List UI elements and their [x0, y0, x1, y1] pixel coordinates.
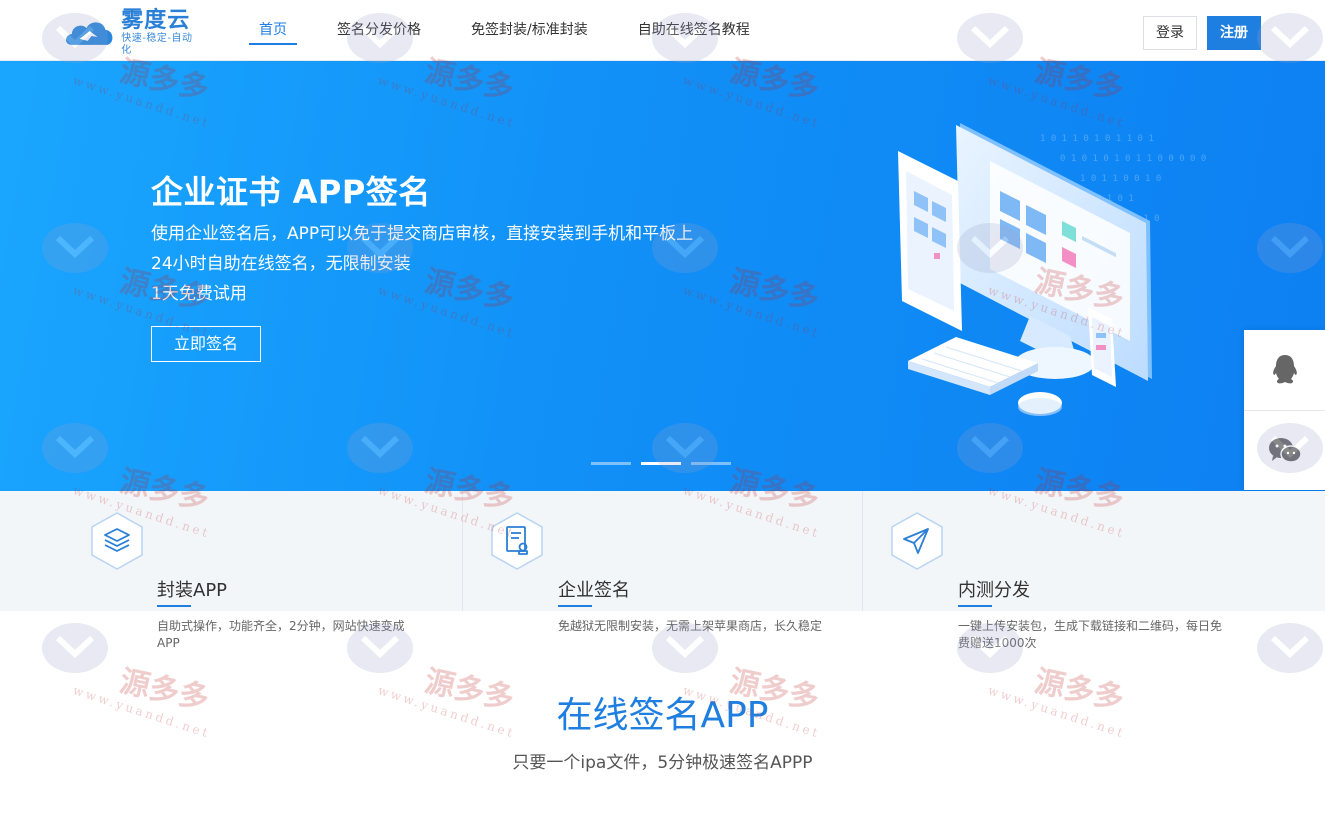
hero-banner: 1 0 1 1 0 1 0 1 1 0 1 0 1 0 1 0 1 0 1 1 …: [0, 61, 1325, 491]
feature-title: 企业签名: [558, 580, 630, 601]
nav-item-pricing[interactable]: 签名分发价格: [337, 0, 421, 61]
carousel-indicators: [591, 462, 731, 465]
register-button[interactable]: 注册: [1207, 16, 1261, 50]
wechat-icon: [1268, 437, 1302, 463]
feature-card-enterprise-sign[interactable]: 企业签名 免越狱无限制安装，无需上架苹果商店，长久稳定: [462, 491, 862, 633]
logo[interactable]: 雾度云 快速-稳定-自动化: [62, 8, 202, 56]
feature-underline: [558, 605, 592, 607]
banner-line: 1天免费试用: [151, 284, 247, 304]
feature-desc: 自助式操作，功能齐全，2分钟，网站快速变成APP: [157, 619, 405, 650]
banner-line: 使用企业签名后，APP可以免于提交商店审核，直接安装到手机和平板上: [151, 224, 694, 244]
carousel-dot[interactable]: [691, 462, 731, 465]
sign-now-button[interactable]: 立即签名: [151, 326, 261, 362]
feature-desc: 免越狱无限制安装，无需上架苹果商店，长久稳定: [558, 619, 823, 633]
section-title: 在线签名APP: [556, 695, 769, 736]
qq-icon: [1272, 355, 1297, 384]
login-button[interactable]: 登录: [1143, 16, 1197, 50]
logo-name: 雾度云: [121, 8, 191, 33]
feature-title: 内测分发: [958, 580, 1030, 601]
nav-item-packaging[interactable]: 免签封装/标准封装: [471, 0, 588, 61]
nav-item-home[interactable]: 首页: [249, 0, 297, 61]
nav-item-tutorial[interactable]: 自助在线签名教程: [638, 0, 750, 61]
logo-slogan: 快速-稳定-自动化: [121, 33, 193, 56]
feature-underline: [958, 605, 992, 607]
side-contact-float: [1244, 330, 1325, 490]
devices-illustration: [898, 123, 1152, 416]
feature-card-beta-distribution[interactable]: 内测分发 一键上传安装包，生成下载链接和二维码，每日免费赠送1000次: [862, 491, 1262, 650]
wechat-contact-button[interactable]: [1244, 410, 1325, 490]
top-header: 雾度云 快速-稳定-自动化 首页 签名分发价格 免签封装/标准封装 自助在线签名…: [0, 0, 1325, 61]
banner-title: 企业证书 APP签名: [151, 173, 431, 211]
feature-desc: 一键上传安装包，生成下载链接和二维码，每日免费赠送1000次: [958, 619, 1223, 650]
feature-card-packaging[interactable]: 封装APP 自助式操作，功能齐全，2分钟，网站快速变成APP: [62, 491, 462, 661]
main-nav: 首页 签名分发价格 免签封装/标准封装 自助在线签名教程: [249, 0, 750, 61]
cloud-logo-icon: [65, 22, 113, 45]
watermark-logo-icon: [1255, 620, 1325, 680]
layers-icon: [91, 512, 143, 570]
carousel-dot[interactable]: [591, 462, 631, 465]
qq-contact-button[interactable]: [1244, 330, 1325, 410]
paper-plane-icon: [891, 512, 943, 570]
section-subtitle: 只要一个ipa文件，5分钟极速签名APPP: [512, 753, 813, 773]
feature-underline: [157, 605, 191, 607]
carousel-dot-active[interactable]: [641, 462, 681, 465]
certificate-icon: [491, 512, 543, 570]
feature-title: 封装APP: [157, 580, 228, 601]
banner-line: 24小时自助在线签名，无限制安装: [151, 254, 411, 274]
